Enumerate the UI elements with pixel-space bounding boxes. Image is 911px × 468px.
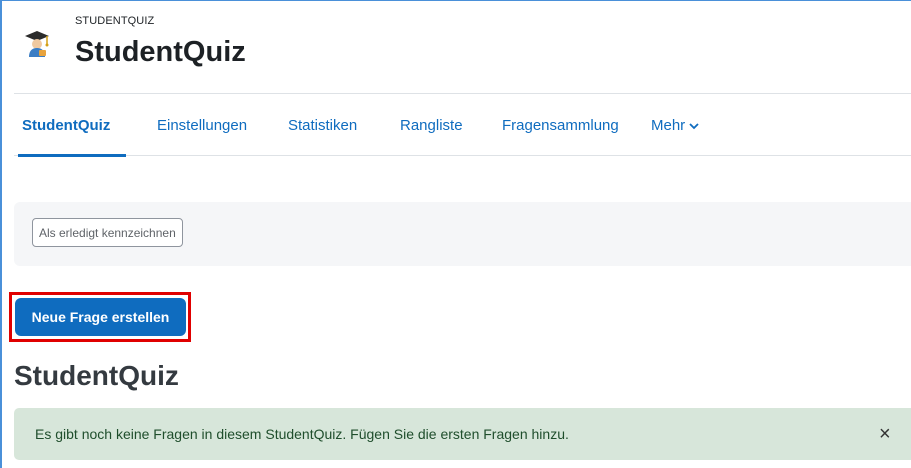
tab-label: Rangliste xyxy=(400,116,463,134)
tab-mehr-dropdown[interactable]: Mehr xyxy=(649,94,701,156)
tab-statistiken[interactable]: Statistiken xyxy=(286,94,359,156)
tab-label: Einstellungen xyxy=(157,116,248,134)
tab-label: Fragensammlung xyxy=(502,116,619,134)
close-icon[interactable]: × xyxy=(879,424,891,444)
tab-label: StudentQuiz xyxy=(22,116,111,134)
graduation-cap-student-icon xyxy=(22,28,52,58)
module-type-label: STUDENTQUIZ xyxy=(75,15,155,27)
create-new-question-button[interactable]: Neue Frage erstellen xyxy=(15,298,186,336)
activity-header: STUDENTQUIZ StudentQuiz xyxy=(14,6,911,76)
chevron-down-icon xyxy=(689,121,699,133)
mark-as-done-button[interactable]: Als erledigt kennzeichnen xyxy=(32,218,183,247)
tab-fragensammlung[interactable]: Fragensammlung xyxy=(500,94,621,156)
info-alert: Es gibt noch keine Fragen in diesem Stud… xyxy=(14,408,911,460)
module-title: StudentQuiz xyxy=(75,36,246,68)
secondary-navigation: StudentQuiz Einstellungen Statistiken Ra… xyxy=(14,93,911,157)
tab-rangliste[interactable]: Rangliste xyxy=(398,94,465,156)
activity-completion-area: Als erledigt kennzeichnen xyxy=(14,202,911,266)
alert-message: Es gibt noch keine Fragen in diesem Stud… xyxy=(35,426,569,442)
tab-label: Mehr xyxy=(651,116,686,134)
tab-studentquiz[interactable]: StudentQuiz xyxy=(18,94,127,157)
tab-einstellungen[interactable]: Einstellungen xyxy=(155,94,249,156)
page-heading: StudentQuiz xyxy=(14,360,179,391)
tab-label: Statistiken xyxy=(288,116,358,134)
